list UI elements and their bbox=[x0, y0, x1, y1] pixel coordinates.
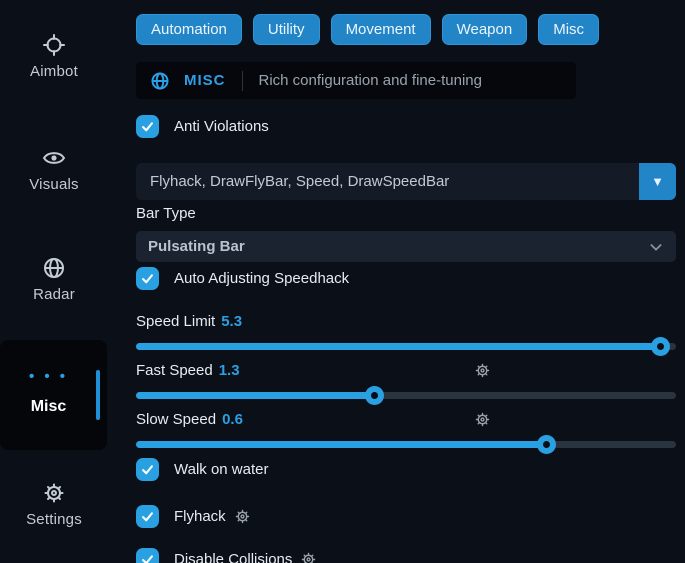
tab-movement[interactable]: Movement bbox=[331, 14, 431, 45]
bar-type-select[interactable]: Pulsating Bar bbox=[136, 231, 676, 262]
eye-icon bbox=[42, 146, 66, 170]
section-header: MISC Rich configuration and fine-tuning bbox=[136, 62, 576, 99]
checkbox-checked[interactable] bbox=[136, 505, 159, 528]
walk-on-water-row[interactable]: Walk on water bbox=[136, 458, 268, 481]
speed-limit-value: 5.3 bbox=[221, 313, 242, 330]
tab-automation[interactable]: Automation bbox=[136, 14, 242, 45]
triangle-down-icon: ▼ bbox=[651, 174, 664, 189]
crosshair-icon bbox=[42, 33, 66, 57]
slider-fill bbox=[136, 343, 660, 350]
flyhack-row[interactable]: Flyhack bbox=[136, 505, 251, 528]
sidebar: Aimbot Visuals Radar • • • bbox=[0, 0, 130, 563]
sidebar-item-visuals[interactable]: Visuals bbox=[0, 146, 108, 194]
fast-speed-value: 1.3 bbox=[219, 362, 240, 379]
sidebar-item-label: Aimbot bbox=[30, 63, 78, 80]
gear-icon[interactable] bbox=[474, 411, 491, 428]
chevron-down-icon bbox=[648, 239, 664, 255]
cheat-menu-window: Aimbot Visuals Radar • • • bbox=[0, 0, 685, 563]
slow-speed-slider[interactable] bbox=[136, 441, 676, 448]
gear-icon[interactable] bbox=[234, 508, 251, 525]
select-value: Pulsating Bar bbox=[148, 238, 245, 255]
bar-type-label: Bar Type bbox=[136, 205, 196, 222]
globe-icon bbox=[42, 256, 66, 280]
checkbox-label: Disable Collisions bbox=[174, 551, 292, 563]
main-content: Automation Utility Movement Weapon Misc … bbox=[136, 0, 676, 563]
slow-speed-label: Slow Speed0.6 bbox=[136, 411, 243, 428]
gear-icon[interactable] bbox=[300, 551, 317, 563]
ellipsis-icon: • • • bbox=[0, 368, 97, 385]
sidebar-item-settings[interactable]: Settings bbox=[0, 481, 108, 529]
multiselect-value: Flyhack, DrawFlyBar, Speed, DrawSpeedBar bbox=[136, 173, 639, 190]
sidebar-item-aimbot[interactable]: Aimbot bbox=[0, 33, 108, 81]
sidebar-item-label: Radar bbox=[33, 286, 75, 303]
sidebar-item-label: Misc bbox=[0, 398, 97, 416]
fast-speed-slider[interactable] bbox=[136, 392, 676, 399]
tab-weapon[interactable]: Weapon bbox=[442, 14, 528, 45]
header-divider bbox=[242, 71, 243, 91]
auto-adjusting-speedhack-row[interactable]: Auto Adjusting Speedhack bbox=[136, 267, 349, 290]
section-title: MISC bbox=[184, 72, 226, 89]
gear-icon bbox=[42, 481, 66, 505]
gear-icon[interactable] bbox=[474, 362, 491, 379]
checkbox-label: Walk on water bbox=[174, 461, 268, 478]
sidebar-item-radar[interactable]: Radar bbox=[0, 256, 108, 304]
tab-misc[interactable]: Misc bbox=[538, 14, 599, 45]
checkbox-checked[interactable] bbox=[136, 458, 159, 481]
globe-icon bbox=[150, 71, 170, 91]
slider-fill bbox=[136, 441, 546, 448]
anti-violations-row[interactable]: Anti Violations bbox=[136, 115, 269, 138]
slider-thumb[interactable] bbox=[537, 435, 556, 454]
disable-collisions-row[interactable]: Disable Collisions bbox=[136, 548, 317, 563]
checkbox-checked[interactable] bbox=[136, 267, 159, 290]
slider-thumb[interactable] bbox=[365, 386, 384, 405]
sidebar-item-label: Visuals bbox=[29, 176, 78, 193]
checkbox-checked[interactable] bbox=[136, 548, 159, 563]
sidebar-item-label: Settings bbox=[26, 511, 82, 528]
active-indicator-bar bbox=[96, 370, 100, 420]
category-tabs: Automation Utility Movement Weapon Misc bbox=[136, 14, 599, 45]
sidebar-item-misc-active[interactable]: • • • Misc bbox=[0, 340, 107, 450]
checkbox-label: Auto Adjusting Speedhack bbox=[174, 270, 349, 287]
section-subtitle: Rich configuration and fine-tuning bbox=[259, 72, 482, 89]
checkbox-label: Flyhack bbox=[174, 508, 226, 525]
dropdown-arrow-button[interactable]: ▼ bbox=[639, 163, 676, 200]
fast-speed-label: Fast Speed1.3 bbox=[136, 362, 240, 379]
slider-fill bbox=[136, 392, 374, 399]
checkbox-checked[interactable] bbox=[136, 115, 159, 138]
speed-limit-slider[interactable] bbox=[136, 343, 676, 350]
checkbox-label: Anti Violations bbox=[174, 118, 269, 135]
bars-multiselect[interactable]: Flyhack, DrawFlyBar, Speed, DrawSpeedBar… bbox=[136, 163, 676, 200]
slider-thumb[interactable] bbox=[651, 337, 670, 356]
slow-speed-value: 0.6 bbox=[222, 411, 243, 428]
speed-limit-label: Speed Limit5.3 bbox=[136, 313, 242, 330]
tab-utility[interactable]: Utility bbox=[253, 14, 320, 45]
